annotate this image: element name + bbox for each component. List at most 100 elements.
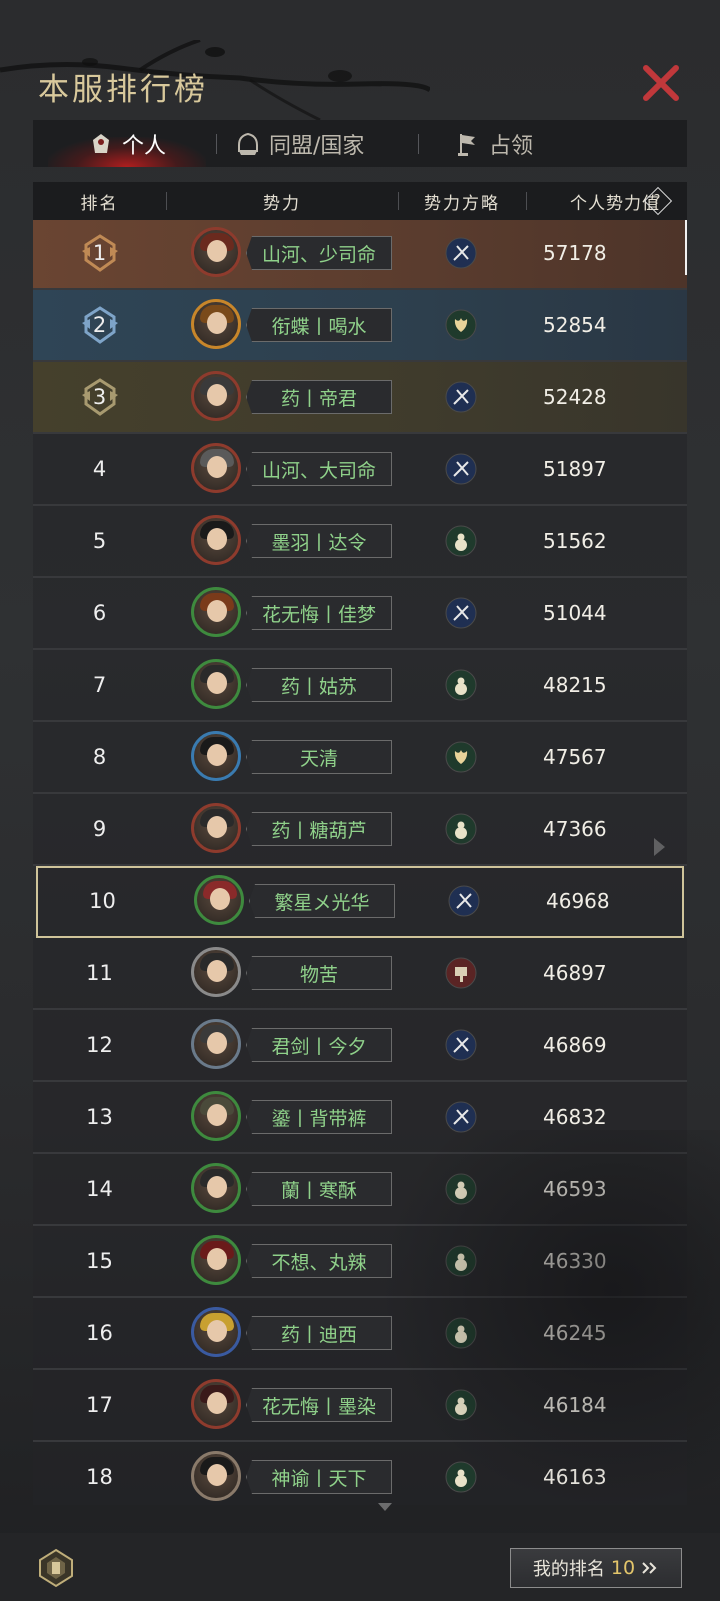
scroll-right-arrow-icon xyxy=(654,838,665,856)
avatar[interactable] xyxy=(191,227,241,277)
avatar[interactable] xyxy=(194,875,244,925)
player-name[interactable]: 药丨帝君 xyxy=(246,380,392,414)
rank-number: 7 xyxy=(92,673,107,697)
rank-number: 11 xyxy=(86,961,113,985)
table-row[interactable]: 6 花无悔丨佳梦 51044 xyxy=(33,578,687,650)
rank-cell: 2 xyxy=(33,290,166,360)
swords-strategy-icon xyxy=(445,381,477,413)
my-rank-value: 10 xyxy=(610,1557,636,1579)
player-name[interactable]: 山河、少司命 xyxy=(246,236,392,270)
avatar[interactable] xyxy=(191,299,241,349)
table-row[interactable]: 4 山河、大司命 51897 xyxy=(33,434,687,506)
ranking-list[interactable]: 1 山河、少司命 57178 2 衔蝶丨喝水 52854 3 药丨帝君 5242… xyxy=(33,220,687,1505)
rank-number: 14 xyxy=(86,1177,113,1201)
rank-cell: 4 xyxy=(33,434,166,504)
avatar-face xyxy=(207,1176,227,1198)
avatar[interactable] xyxy=(191,659,241,709)
table-row[interactable]: 17 花无悔丨墨染 46184 xyxy=(33,1370,687,1442)
table-row[interactable]: 14 蘭丨寒酥 46593 xyxy=(33,1154,687,1226)
avatar[interactable] xyxy=(191,1307,241,1357)
my-rank-button[interactable]: 我的排名 10 xyxy=(510,1548,682,1588)
page-title: 本服排行榜 xyxy=(38,72,208,108)
table-row[interactable]: 16 药丨迪西 46245 xyxy=(33,1298,687,1370)
player-name[interactable]: 花无悔丨墨染 xyxy=(246,1388,392,1422)
player-name[interactable]: 繁星メ光华 xyxy=(249,884,395,918)
table-row[interactable]: 8 天清 47567 xyxy=(33,722,687,794)
gourd-strategy-icon xyxy=(445,669,477,701)
power-value: 46184 xyxy=(543,1393,607,1417)
table-row[interactable]: 18 神谕丨天下 46163 xyxy=(33,1442,687,1505)
player-name[interactable]: 物苦 xyxy=(246,956,392,990)
tab-alliance[interactable]: 同盟/国家 xyxy=(235,120,364,167)
player-name[interactable]: 墨羽丨达令 xyxy=(246,524,392,558)
tab-personal[interactable]: 个人 xyxy=(48,120,207,167)
swords-strategy-icon xyxy=(445,237,477,269)
player-name[interactable]: 药丨迪西 xyxy=(246,1316,392,1350)
avatar[interactable] xyxy=(191,1235,241,1285)
column-header-faction: 势力 xyxy=(263,193,301,214)
player-name[interactable]: 神谕丨天下 xyxy=(246,1460,392,1494)
avatar[interactable] xyxy=(191,1163,241,1213)
table-row[interactable]: 7 药丨姑苏 48215 xyxy=(33,650,687,722)
rank-cell: 8 xyxy=(33,722,166,792)
table-row[interactable]: 11 物苦 46897 xyxy=(33,938,687,1010)
table-header: 排名 势力 势力方略 个人势力值 ? xyxy=(33,182,687,220)
help-button[interactable]: ? xyxy=(637,182,677,220)
avatar-face xyxy=(207,240,227,262)
player-name[interactable]: 鎏丨背带裤 xyxy=(246,1100,392,1134)
player-name[interactable]: 山河、大司命 xyxy=(246,452,392,486)
table-row-self[interactable]: 10 繁星メ光华 46968 xyxy=(36,866,684,938)
table-row[interactable]: 13 鎏丨背带裤 46832 xyxy=(33,1082,687,1154)
tab-occupation[interactable]: 占领 xyxy=(455,120,533,167)
table-row[interactable]: 5 墨羽丨达令 51562 xyxy=(33,506,687,578)
avatar-face xyxy=(210,888,230,910)
rank-cell: 7 xyxy=(33,650,166,720)
player-name[interactable]: 药丨糖葫芦 xyxy=(246,812,392,846)
rank-cell: 12 xyxy=(33,1010,166,1080)
table-row[interactable]: 2 衔蝶丨喝水 52854 xyxy=(33,290,687,362)
close-icon[interactable] xyxy=(640,62,682,104)
rank-cell: 9 xyxy=(33,794,166,864)
avatar[interactable] xyxy=(191,371,241,421)
table-row[interactable]: 1 山河、少司命 57178 xyxy=(33,220,687,290)
player-name[interactable]: 衔蝶丨喝水 xyxy=(246,308,392,342)
rank-emblem-icon[interactable] xyxy=(36,1548,76,1588)
power-value: 52854 xyxy=(543,313,607,337)
rank-number: 17 xyxy=(86,1393,113,1417)
avatar[interactable] xyxy=(191,1091,241,1141)
scrollbar-thumb[interactable] xyxy=(685,220,687,275)
player-name[interactable]: 天清 xyxy=(246,740,392,774)
rank-number: 2 xyxy=(92,313,107,337)
avatar[interactable] xyxy=(191,1451,241,1501)
avatar[interactable] xyxy=(191,515,241,565)
avatar-face xyxy=(207,960,227,982)
gourd-strategy-icon xyxy=(445,1389,477,1421)
player-name[interactable]: 药丨姑苏 xyxy=(246,668,392,702)
player-name[interactable]: 蘭丨寒酥 xyxy=(246,1172,392,1206)
rank-cell: 15 xyxy=(33,1226,166,1296)
avatar[interactable] xyxy=(191,1019,241,1069)
rank-cell: 10 xyxy=(36,866,169,936)
table-row[interactable]: 12 君剑丨今夕 46869 xyxy=(33,1010,687,1082)
avatar[interactable] xyxy=(191,1379,241,1429)
avatar[interactable] xyxy=(191,587,241,637)
avatar[interactable] xyxy=(191,443,241,493)
player-name[interactable]: 花无悔丨佳梦 xyxy=(246,596,392,630)
player-name[interactable]: 君剑丨今夕 xyxy=(246,1028,392,1062)
table-row[interactable]: 3 药丨帝君 52428 xyxy=(33,362,687,434)
avatar[interactable] xyxy=(191,803,241,853)
table-row[interactable]: 15 不想、丸辣 46330 xyxy=(33,1226,687,1298)
avatar-face xyxy=(207,312,227,334)
avatar-face xyxy=(207,1392,227,1414)
power-value: 46245 xyxy=(543,1321,607,1345)
rank-cell: 1 xyxy=(33,220,166,288)
power-value: 51562 xyxy=(543,529,607,553)
tab-divider xyxy=(216,134,217,154)
rank-cell: 5 xyxy=(33,506,166,576)
gourd-strategy-icon xyxy=(445,525,477,557)
avatar[interactable] xyxy=(191,731,241,781)
player-name[interactable]: 不想、丸辣 xyxy=(246,1244,392,1278)
avatar[interactable] xyxy=(191,947,241,997)
person-emblem-icon xyxy=(93,133,109,153)
table-row[interactable]: 9 药丨糖葫芦 47366 xyxy=(33,794,687,866)
